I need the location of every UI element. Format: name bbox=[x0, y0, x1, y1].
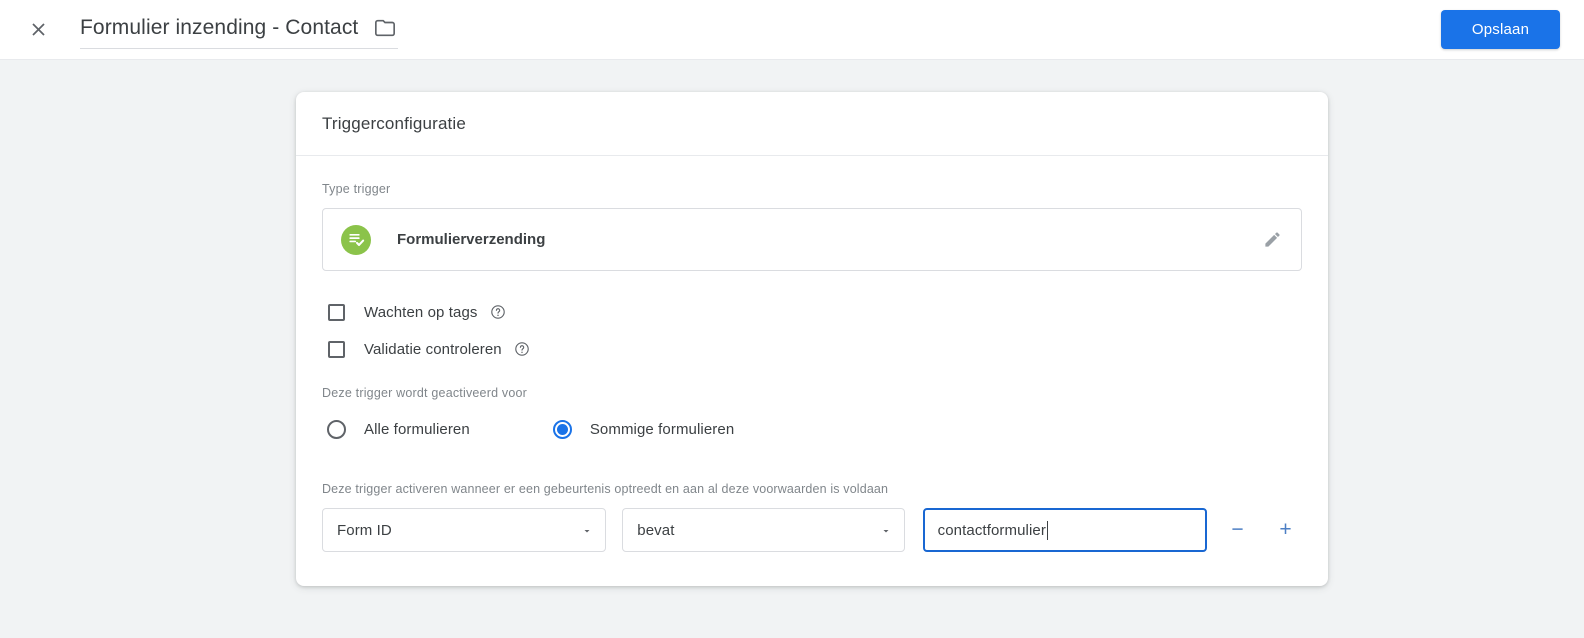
trigger-options-group: Wachten op tags Validatie controleren bbox=[322, 295, 1302, 366]
top-app-bar: Formulier inzending - Contact Opslaan bbox=[0, 0, 1584, 60]
checkbox-wait-for-tags[interactable] bbox=[328, 304, 345, 321]
radio-some-forms[interactable]: Sommige formulieren bbox=[548, 420, 734, 439]
checkbox-row-check-validation[interactable]: Validatie controleren bbox=[322, 332, 1302, 366]
checkbox-label-check-validation: Validatie controleren bbox=[364, 341, 502, 358]
radio-some-forms-label: Sommige formulieren bbox=[590, 421, 734, 438]
condition-value-input[interactable]: contactformulier bbox=[923, 508, 1207, 552]
help-circle-icon[interactable] bbox=[490, 304, 506, 320]
text-cursor bbox=[1047, 521, 1048, 540]
page-title: Formulier inzending - Contact bbox=[80, 12, 358, 44]
conditions-help-text: Deze trigger activeren wanneer er een ge… bbox=[322, 482, 1302, 496]
condition-operator-value: bevat bbox=[637, 522, 879, 539]
save-button[interactable]: Opslaan bbox=[1441, 10, 1560, 49]
card-body: Type trigger Formulierverzending bbox=[296, 156, 1328, 586]
close-button[interactable] bbox=[18, 10, 58, 50]
chevron-down-icon bbox=[581, 524, 593, 536]
card-header-title: Triggerconfiguratie bbox=[322, 114, 466, 134]
remove-condition-button[interactable]: − bbox=[1221, 513, 1254, 547]
radio-some-forms-control[interactable] bbox=[553, 420, 572, 439]
checkbox-row-wait-for-tags[interactable]: Wachten op tags bbox=[322, 295, 1302, 329]
trigger-configuration-card: Triggerconfiguratie Type trigger Formuli… bbox=[296, 92, 1328, 586]
help-circle-icon[interactable] bbox=[514, 341, 530, 357]
close-icon bbox=[28, 19, 49, 40]
radio-all-forms[interactable]: Alle formulieren bbox=[322, 420, 470, 439]
chevron-down-icon bbox=[880, 524, 892, 536]
condition-row: Form ID bevat co bbox=[322, 508, 1302, 552]
conditions-section: Deze trigger activeren wanneer er een ge… bbox=[322, 482, 1302, 552]
trigger-type-selector[interactable]: Formulierverzending bbox=[322, 208, 1302, 271]
trigger-name-field[interactable]: Formulier inzending - Contact bbox=[80, 11, 398, 49]
pencil-icon[interactable] bbox=[1259, 227, 1285, 253]
form-submission-icon bbox=[341, 225, 371, 255]
radio-all-forms-control[interactable] bbox=[327, 420, 346, 439]
checkbox-check-validation[interactable] bbox=[328, 341, 345, 358]
condition-operator-select[interactable]: bevat bbox=[622, 508, 904, 552]
checkbox-label-wait-for-tags: Wachten op tags bbox=[364, 304, 478, 321]
condition-variable-value: Form ID bbox=[337, 522, 581, 539]
folder-icon[interactable] bbox=[372, 15, 398, 41]
fire-on-label: Deze trigger wordt geactiveerd voor bbox=[322, 386, 1302, 400]
fire-on-section: Deze trigger wordt geactiveerd voor Alle… bbox=[322, 386, 1302, 446]
condition-variable-select[interactable]: Form ID bbox=[322, 508, 606, 552]
condition-value-text: contactformulier bbox=[938, 522, 1046, 539]
radio-all-forms-label: Alle formulieren bbox=[364, 421, 470, 438]
fire-on-radio-group: Alle formulieren Sommige formulieren bbox=[322, 412, 1302, 446]
trigger-type-name: Formulierverzending bbox=[397, 231, 1259, 248]
add-condition-button[interactable]: + bbox=[1269, 513, 1302, 547]
card-header: Triggerconfiguratie bbox=[296, 92, 1328, 156]
trigger-type-label: Type trigger bbox=[322, 182, 1302, 196]
